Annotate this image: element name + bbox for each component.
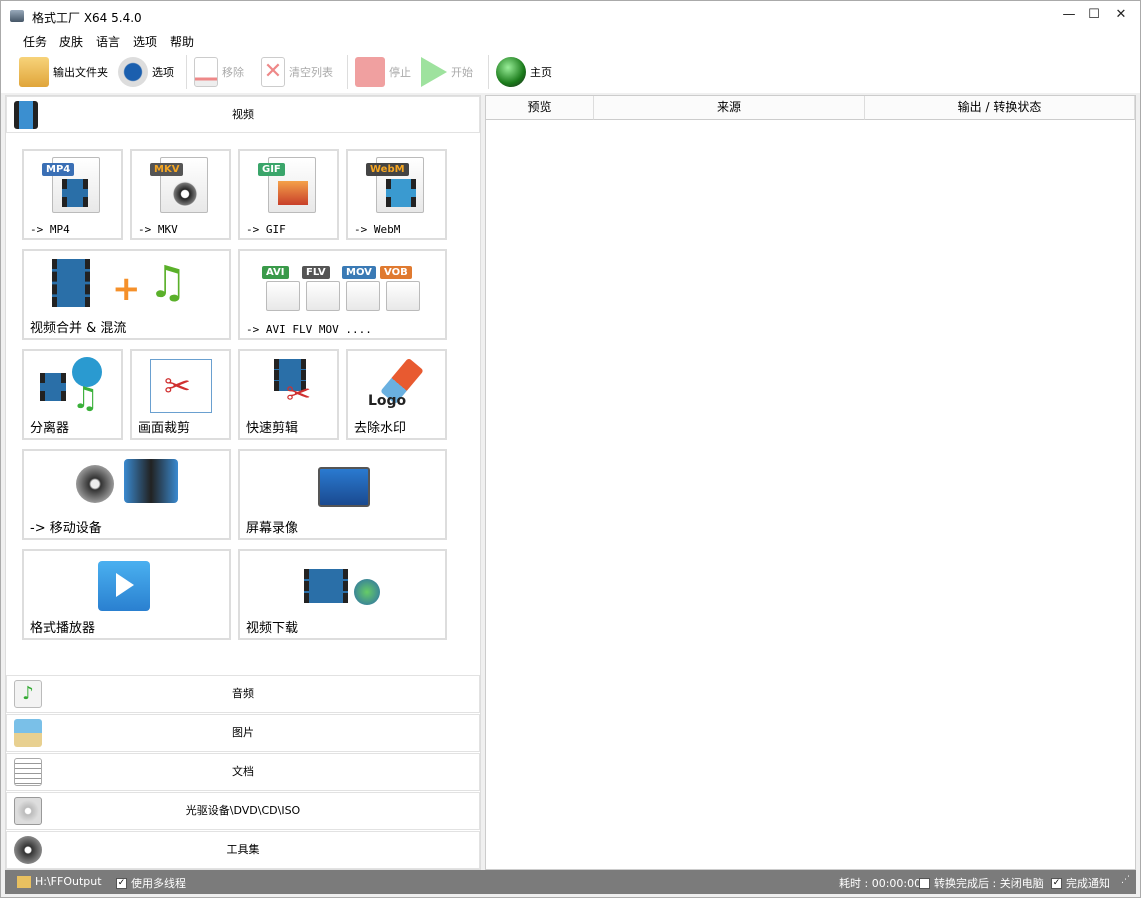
tile-to-other-formats[interactable]: AVI FLV MOV VOB -> AVI FLV MOV .... xyxy=(238,249,447,340)
film-icon xyxy=(52,259,90,307)
gear-icon xyxy=(118,57,148,87)
notify-checkbox[interactable]: ✓ 完成通知 xyxy=(1051,875,1110,891)
scissors-icon: ✂ xyxy=(286,377,312,412)
column-source[interactable]: 来源 xyxy=(594,96,865,120)
remove-icon xyxy=(194,57,218,87)
globe-icon xyxy=(354,579,380,605)
phone-icon xyxy=(124,459,178,503)
tile-quick-clip[interactable]: ✂ 快速剪辑 xyxy=(238,349,339,440)
screen-recorder-icon xyxy=(318,467,370,507)
stop-button[interactable]: 停止 xyxy=(355,55,411,89)
tile-crop[interactable]: ✂ 画面裁剪 xyxy=(130,349,231,440)
app-icon xyxy=(10,10,24,22)
tile-merge-mux[interactable]: + ♫ 视频合并 & 混流 xyxy=(22,249,231,340)
globe-icon xyxy=(496,57,526,87)
tile-to-webm[interactable]: WebM -> WebM xyxy=(346,149,447,240)
menu-options[interactable]: 选项 xyxy=(133,33,157,50)
category-document[interactable]: 文档 xyxy=(6,753,480,791)
film-icon xyxy=(304,569,348,603)
clear-icon: ✕ xyxy=(261,57,285,87)
music-note-icon: ♫ xyxy=(148,257,188,308)
tile-splitter[interactable]: ♫ 分离器 xyxy=(22,349,123,440)
menu-skin[interactable]: 皮肤 xyxy=(59,33,83,50)
category-panel: 视频 MP4 -> MP4 MKV -> MKV GIF -> GIF WebM -> … xyxy=(5,95,481,870)
tile-player[interactable]: 格式播放器 xyxy=(22,549,231,640)
checkbox-unchecked xyxy=(919,877,930,889)
close-button[interactable]: ✕ xyxy=(1111,7,1131,22)
reel-icon xyxy=(172,181,198,207)
tile-remove-watermark[interactable]: Logo 去除水印 xyxy=(346,349,447,440)
tile-to-mkv[interactable]: MKV -> MKV xyxy=(130,149,231,240)
category-image[interactable]: 图片 xyxy=(6,714,480,752)
column-preview[interactable]: 预览 xyxy=(486,96,594,120)
music-note-icon: ♫ xyxy=(72,381,99,416)
status-bar: H:\FFOutput ✓ 使用多线程 耗时 : 00:00:00 转换完成后 :… xyxy=(5,870,1136,894)
music-file-icon: ♪ xyxy=(14,680,42,708)
tile-to-gif[interactable]: GIF -> GIF xyxy=(238,149,339,240)
menu-help[interactable]: 帮助 xyxy=(170,33,194,50)
checkbox-checked: ✓ xyxy=(1051,877,1062,889)
film-icon xyxy=(386,179,416,207)
disc-drive-icon xyxy=(14,797,42,825)
tile-to-mp4[interactable]: MP4 -> MP4 xyxy=(22,149,123,240)
minimize-button[interactable]: — xyxy=(1059,7,1079,22)
tile-video-download[interactable]: 视频下载 xyxy=(238,549,447,640)
folder-icon xyxy=(19,57,49,87)
start-button[interactable]: 开始 xyxy=(421,55,473,89)
tile-mobile-device[interactable]: -> 移动设备 xyxy=(22,449,231,540)
multithread-checkbox[interactable]: ✓ 使用多线程 xyxy=(116,875,186,891)
film-icon xyxy=(62,179,88,207)
elapsed-time: 耗时 : 00:00:00 xyxy=(839,877,922,890)
stop-icon xyxy=(355,57,385,87)
picture-icon xyxy=(14,719,42,747)
title-bar: 格式工厂 X64 5.4.0 — ☐ ✕ xyxy=(1,1,1140,31)
category-optical-disc[interactable]: 光驱设备\DVD\CD\ISO xyxy=(6,792,480,830)
document-icon xyxy=(14,758,42,786)
output-folder-button[interactable]: 输出文件夹 xyxy=(19,55,108,89)
disc-icon xyxy=(76,465,114,503)
window-title: 格式工厂 X64 5.4.0 xyxy=(32,11,142,25)
category-toolbox[interactable]: 工具集 xyxy=(6,831,480,869)
toolbar: 输出文件夹 选项 移除 ✕ 清空列表 停止 开始 主页 xyxy=(1,51,1140,93)
clear-list-button[interactable]: ✕ 清空列表 xyxy=(261,55,333,89)
reel-icon xyxy=(14,836,42,864)
output-path[interactable]: H:\FFOutput xyxy=(17,875,102,888)
shutdown-checkbox[interactable]: 转换完成后 : 关闭电脑 xyxy=(919,875,1044,891)
checkbox-checked: ✓ xyxy=(116,877,127,889)
film-icon xyxy=(40,373,66,401)
folder-icon xyxy=(17,875,31,888)
column-output-status[interactable]: 输出 / 转换状态 xyxy=(865,96,1135,120)
scissors-icon: ✂ xyxy=(164,367,191,405)
category-video[interactable]: 视频 xyxy=(6,96,480,133)
image-icon xyxy=(278,181,308,205)
play-icon xyxy=(421,57,447,87)
task-list: 预览 来源 输出 / 转换状态 xyxy=(485,95,1136,870)
plus-icon: + xyxy=(112,269,141,309)
home-button[interactable]: 主页 xyxy=(496,55,552,89)
film-icon xyxy=(14,101,38,129)
player-icon xyxy=(98,561,150,611)
category-audio[interactable]: ♪ 音频 xyxy=(6,675,480,713)
options-button[interactable]: 选项 xyxy=(118,55,174,89)
tile-screen-record[interactable]: 屏幕录像 xyxy=(238,449,447,540)
menu-language[interactable]: 语言 xyxy=(96,33,120,50)
resize-grip[interactable]: ⋰ xyxy=(1121,875,1130,885)
remove-button[interactable]: 移除 xyxy=(194,55,244,89)
app-window: 格式工厂 X64 5.4.0 — ☐ ✕ 任务 皮肤 语言 选项 帮助 输出文件… xyxy=(0,0,1141,898)
maximize-button[interactable]: ☐ xyxy=(1084,7,1104,22)
menu-task[interactable]: 任务 xyxy=(23,33,47,50)
menu-bar: 任务 皮肤 语言 选项 帮助 xyxy=(1,31,1140,51)
